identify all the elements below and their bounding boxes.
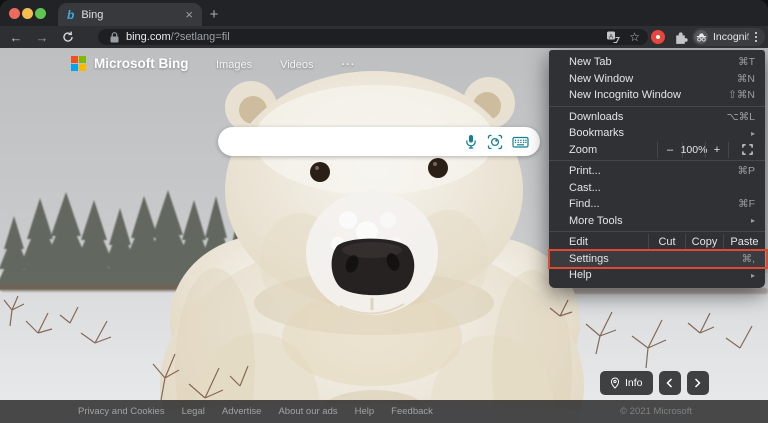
chevron-right-icon	[694, 378, 701, 388]
toolbar: ← → bing.com/?setlang=fil A ☆	[0, 26, 768, 48]
next-image-button[interactable]	[687, 371, 709, 395]
submenu-arrow-icon: ▸	[751, 271, 755, 280]
bing-favicon: b	[67, 9, 74, 21]
fullscreen-button[interactable]	[728, 142, 765, 159]
edit-copy-button[interactable]: Copy	[685, 234, 723, 251]
info-button-label: Info	[625, 377, 643, 389]
zoom-in-button[interactable]: +	[705, 142, 728, 159]
info-button[interactable]: Info	[600, 371, 653, 395]
url-text: bing.com/?setlang=fil	[126, 31, 230, 43]
submenu-arrow-icon: ▸	[751, 216, 755, 225]
bing-brand-text: Microsoft Bing	[94, 56, 189, 71]
search-bar	[218, 127, 540, 156]
visual-search-icon[interactable]	[487, 134, 503, 150]
menu-item-more-tools[interactable]: More Tools▸	[549, 213, 765, 230]
tab-strip: b Bing × +	[0, 0, 768, 26]
url-path: /?setlang=fil	[171, 31, 230, 43]
bing-nav: Images Videos ···	[216, 59, 356, 71]
menu-separator	[549, 231, 765, 232]
menu-item-new-incognito-window[interactable]: New Incognito Window⇧⌘N	[549, 87, 765, 104]
footer-link-advertise[interactable]: Advertise	[222, 406, 262, 417]
menu-item-bookmarks[interactable]: Bookmarks▸	[549, 125, 765, 142]
menu-item-downloads[interactable]: Downloads⌥⌘L	[549, 109, 765, 126]
zoom-out-button[interactable]: –	[657, 142, 682, 159]
menu-item-new-tab[interactable]: New Tab⌘T	[549, 54, 765, 71]
lock-icon	[110, 32, 119, 43]
red-extension-icon[interactable]	[651, 30, 665, 44]
edit-label: Edit	[549, 234, 648, 251]
browser-tab[interactable]: b Bing ×	[58, 3, 202, 26]
footer-link-privacy[interactable]: Privacy and Cookies	[78, 406, 165, 417]
maximize-window-button[interactable]	[35, 8, 46, 19]
minimize-window-button[interactable]	[22, 8, 33, 19]
edit-paste-button[interactable]: Paste	[723, 234, 765, 251]
search-input[interactable]	[234, 133, 464, 150]
zoom-label: Zoom	[549, 142, 657, 159]
nav-images-link[interactable]: Images	[216, 59, 252, 71]
menu-item-zoom: Zoom – 100% +	[549, 142, 765, 159]
keyboard-icon[interactable]	[512, 135, 529, 149]
previous-image-button[interactable]	[659, 371, 681, 395]
bing-page: Microsoft Bing Images Videos ···	[0, 48, 768, 423]
menu-item-new-window[interactable]: New Window⌘N	[549, 71, 765, 88]
zoom-value: 100%	[682, 142, 705, 159]
close-window-button[interactable]	[9, 8, 20, 19]
extensions-puzzle-icon[interactable]	[673, 30, 688, 45]
incognito-icon	[694, 30, 708, 44]
fullscreen-icon	[742, 144, 753, 155]
back-icon[interactable]: ←	[8, 29, 24, 45]
menu-kebab-icon[interactable]	[748, 29, 764, 45]
menu-item-cast[interactable]: Cast...	[549, 180, 765, 197]
image-info-controls: Info	[600, 371, 709, 395]
menu-item-help[interactable]: Help▸	[549, 267, 765, 284]
submenu-arrow-icon: ▸	[751, 129, 755, 138]
menu-item-print[interactable]: Print...⌘P	[549, 163, 765, 180]
nav-more-link[interactable]: ···	[342, 59, 356, 71]
menu-separator	[549, 160, 765, 161]
copyright-text: © 2021 Microsoft	[620, 406, 692, 417]
footer-link-legal[interactable]: Legal	[182, 406, 205, 417]
svg-text:A: A	[609, 33, 614, 40]
chevron-left-icon	[666, 378, 673, 388]
reload-icon[interactable]	[60, 29, 76, 45]
address-bar[interactable]: bing.com/?setlang=fil A ☆	[98, 29, 648, 45]
nav-videos-link[interactable]: Videos	[280, 59, 313, 71]
menu-item-settings[interactable]: Settings⌘,	[549, 251, 765, 268]
new-tab-button[interactable]: +	[204, 4, 224, 24]
bookmark-star-icon[interactable]: ☆	[629, 31, 640, 43]
footer-link-feedback[interactable]: Feedback	[391, 406, 433, 417]
edit-cut-button[interactable]: Cut	[648, 234, 685, 251]
url-domain: bing.com	[126, 31, 171, 43]
bing-logo[interactable]: Microsoft Bing	[71, 56, 189, 71]
translate-icon[interactable]: A	[606, 30, 620, 44]
menu-separator	[549, 106, 765, 107]
footer-link-about-ads[interactable]: About our ads	[278, 406, 337, 417]
footer-link-help[interactable]: Help	[355, 406, 375, 417]
chrome-menu: New Tab⌘T New Window⌘N New Incognito Win…	[549, 50, 765, 288]
menu-item-edit: Edit Cut Copy Paste	[549, 234, 765, 251]
browser-window: b Bing × + ← → bing.com/?setlang=fil A	[0, 0, 768, 423]
location-pin-icon	[610, 377, 620, 389]
tab-close-icon[interactable]: ×	[185, 8, 193, 21]
microsoft-logo-icon	[71, 56, 86, 71]
tab-title: Bing	[81, 9, 103, 21]
forward-icon[interactable]: →	[34, 29, 50, 45]
menu-item-find[interactable]: Find...⌘F	[549, 196, 765, 213]
microphone-icon[interactable]	[464, 134, 478, 149]
